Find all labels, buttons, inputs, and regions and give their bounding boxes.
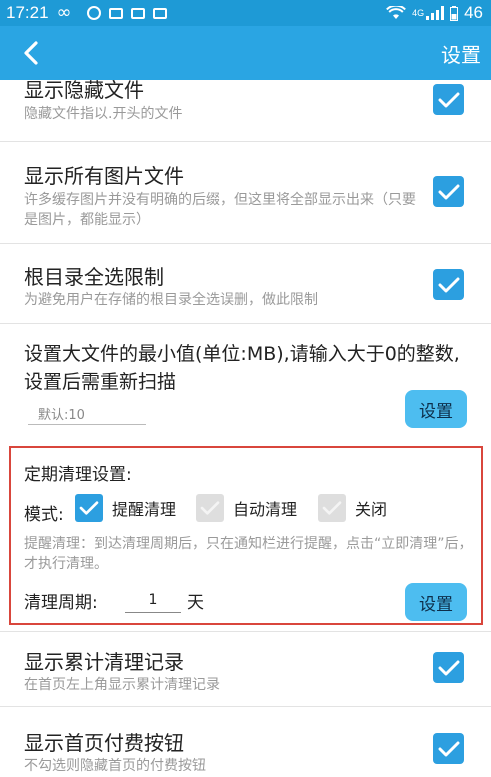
checkmark-icon — [438, 92, 459, 107]
status-right: 4G 46 — [386, 3, 483, 23]
setting-show-pay-button[interactable]: 显示首页付费按钮 不勾选则隐藏首页的付费按钮 — [0, 707, 491, 777]
setting-title: 显示所有图片文件 — [24, 164, 184, 188]
period-input[interactable]: 1 — [125, 588, 181, 613]
settings-screen: 17:21 ∞ 4G 46 设置 显示隐藏文件 隐藏文件指以.开头的文件 显示所… — [0, 0, 491, 777]
checkmark-icon — [438, 277, 459, 292]
periodic-clean-title: 定期清理设置: — [24, 465, 132, 485]
input-placeholder: 默认:10 — [38, 408, 85, 423]
image-icon — [152, 7, 167, 19]
checkmark-icon — [438, 660, 459, 675]
status-bar: 17:21 ∞ 4G 46 — [0, 0, 491, 26]
mode-option-off[interactable]: 关闭 — [318, 494, 387, 522]
show-clean-record-checkbox[interactable] — [433, 652, 464, 683]
setting-desc: 在首页左上角显示累计清理记录 — [24, 677, 220, 693]
setting-title: 显示首页付费按钮 — [24, 731, 184, 755]
setting-show-hidden[interactable]: 显示隐藏文件 隐藏文件指以.开头的文件 — [0, 80, 491, 142]
period-unit: 天 — [187, 593, 204, 613]
app-notification-icon — [86, 6, 101, 20]
wifi-icon — [386, 6, 406, 19]
periodic-clean-section: 定期清理设置: 模式: 提醒清理 自动清理 关闭 提醒清理：到达清理周期后，只在… — [9, 446, 483, 625]
mode-off-label: 关闭 — [355, 500, 388, 519]
setting-desc: 隐藏文件指以.开头的文件 — [24, 106, 183, 122]
mode-auto-checkbox[interactable] — [196, 494, 224, 522]
notification-icons: ∞ — [56, 2, 167, 23]
setting-root-select-limit[interactable]: 根目录全选限制 为避免用户在存储的根目录全选误删，做此限制 — [0, 244, 491, 324]
checkmark-icon — [200, 501, 220, 515]
mode-auto-label: 自动清理 — [233, 500, 298, 519]
checkmark-icon — [79, 501, 99, 515]
show-hidden-checkbox[interactable] — [433, 84, 464, 115]
setting-big-file-size: 设置大文件的最小值(单位:MB),请输入大于0的整数,设置后需重新扫描 默认:1… — [0, 324, 491, 436]
period-set-button[interactable]: 设置 — [405, 583, 467, 621]
setting-show-all-images[interactable]: 显示所有图片文件 许多缓存图片并没有明确的后缀，但这里将全部显示出来（只要是图片… — [0, 142, 491, 244]
show-pay-button-checkbox[interactable] — [433, 733, 464, 764]
camera-icon — [130, 7, 145, 19]
mode-remind-label: 提醒清理 — [112, 500, 177, 519]
battery-level: 46 — [464, 3, 483, 22]
root-select-limit-checkbox[interactable] — [433, 269, 464, 300]
setting-title: 显示累计清理记录 — [24, 650, 184, 674]
settings-list[interactable]: 显示隐藏文件 隐藏文件指以.开头的文件 显示所有图片文件 许多缓存图片并没有明确… — [0, 80, 491, 777]
setting-desc: 不勾选则隐藏首页的付费按钮 — [24, 758, 206, 774]
setting-desc: 许多缓存图片并没有明确的后缀，但这里将全部显示出来（只要是图片，都能显示） — [24, 192, 416, 228]
app-header: 设置 — [0, 26, 491, 80]
signal-icon — [426, 6, 445, 20]
show-all-images-checkbox[interactable] — [433, 176, 464, 207]
periodic-clean-desc: 提醒清理：到达清理周期后，只在通知栏进行提醒，点击“立即清理”后，才执行清理。 — [24, 536, 473, 572]
infinity-icon: ∞ — [56, 2, 72, 23]
period-label: 清理周期: — [24, 593, 98, 613]
mode-remind-checkbox[interactable] — [75, 494, 103, 522]
mode-off-checkbox[interactable] — [318, 494, 346, 522]
setting-show-clean-record[interactable]: 显示累计清理记录 在首页左上角显示累计清理记录 — [0, 631, 491, 707]
page-title: 设置 — [441, 43, 481, 67]
battery-icon — [450, 5, 459, 21]
message-icon — [108, 7, 123, 19]
big-file-size-input[interactable]: 默认:10 — [28, 402, 146, 425]
status-time: 17:21 — [6, 3, 49, 22]
checkmark-icon — [438, 741, 459, 756]
chevron-left-icon — [24, 41, 38, 65]
back-button[interactable] — [14, 36, 48, 70]
network-type: 4G — [412, 8, 425, 18]
setting-title: 显示隐藏文件 — [24, 80, 144, 102]
setting-title: 设置大文件的最小值(单位:MB),请输入大于0的整数,设置后需重新扫描 — [24, 343, 460, 393]
big-file-set-button[interactable]: 设置 — [405, 390, 467, 428]
setting-title: 根目录全选限制 — [24, 265, 164, 289]
setting-desc: 为避免用户在存储的根目录全选误删，做此限制 — [24, 292, 318, 308]
mode-option-auto[interactable]: 自动清理 — [196, 494, 297, 522]
mode-label: 模式: — [24, 505, 64, 525]
checkmark-icon — [322, 501, 342, 515]
checkmark-icon — [438, 184, 459, 199]
mode-option-remind[interactable]: 提醒清理 — [75, 494, 176, 522]
